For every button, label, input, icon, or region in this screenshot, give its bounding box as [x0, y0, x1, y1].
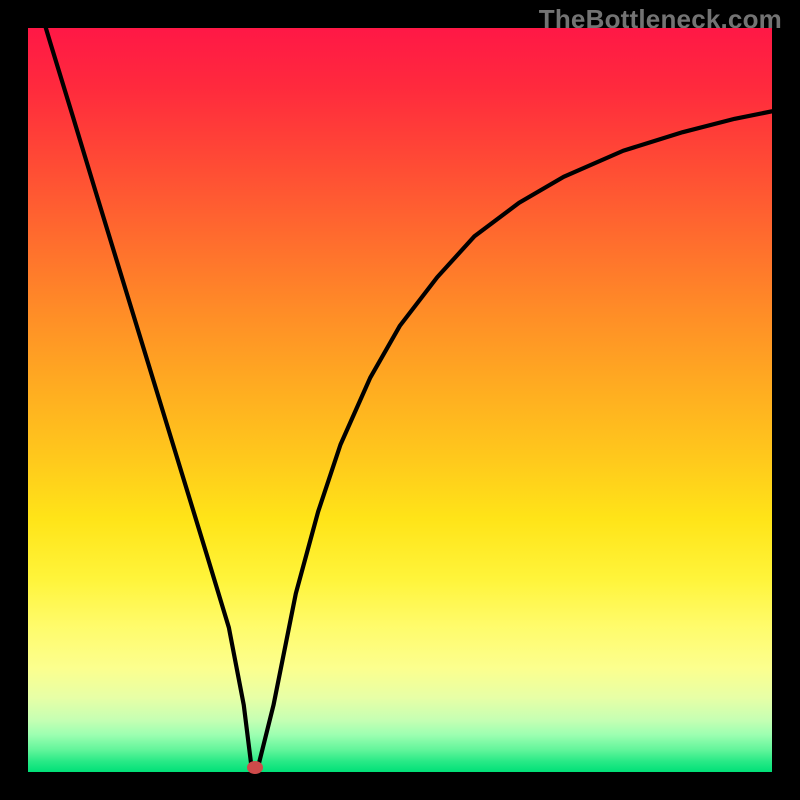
bottleneck-curve	[28, 0, 772, 765]
curve-svg	[28, 28, 772, 772]
min-point-marker	[247, 761, 263, 774]
plot-area	[28, 28, 772, 772]
chart-root: TheBottleneck.com	[0, 0, 800, 800]
